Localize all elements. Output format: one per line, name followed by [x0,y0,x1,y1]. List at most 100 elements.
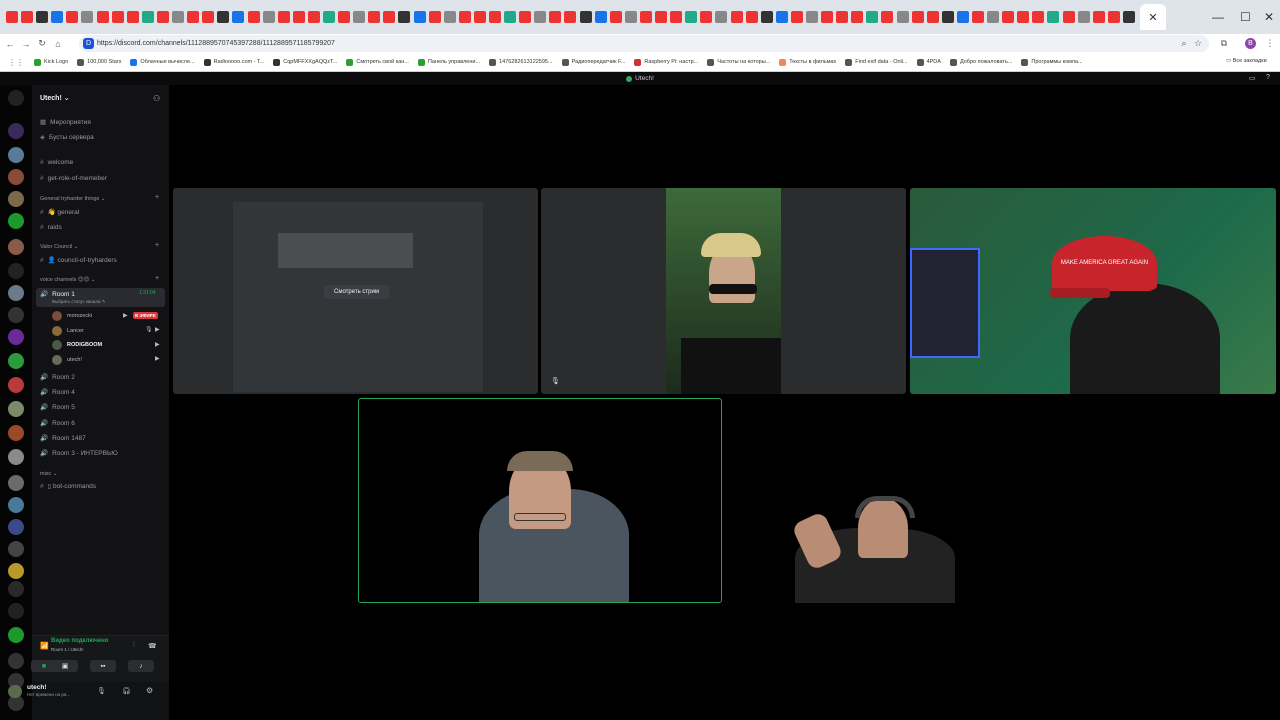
tab-favicon[interactable] [1077,11,1090,23]
tab-favicon[interactable] [745,11,758,23]
bookmark-item[interactable]: Панель управлени... [417,58,480,66]
category-misc[interactable]: misc ⌄ [40,471,57,477]
tab-favicon[interactable] [564,11,577,23]
tab-favicon[interactable] [51,11,64,23]
channel-bot-commands[interactable]: # ▯ bot-commands [40,482,96,490]
tab-favicon[interactable] [1092,11,1105,23]
tab-favicon[interactable] [307,11,320,23]
bookmark-item[interactable]: 4PDA [916,58,941,66]
tab-favicon[interactable] [1047,11,1060,23]
video-tile[interactable] [725,398,1090,603]
server-icon[interactable] [8,213,24,229]
back-icon[interactable]: ← [2,39,18,49]
bookmark-item[interactable]: 100,000 Stars [77,58,121,66]
boosts-item[interactable]: ◈ Бусты сервера [40,133,94,141]
soundboard-button[interactable]: ♪ [128,660,154,672]
tab-favicon[interactable] [926,11,939,23]
voice-user[interactable]: RODIGBOOM [52,340,102,350]
tab-favicon[interactable] [338,11,351,23]
channel-raids[interactable]: # raids [40,224,62,231]
invite-icon[interactable]: ⚇ [153,94,160,103]
tab-favicon[interactable] [81,11,94,23]
activities-button[interactable]: ▪▪ [90,660,116,672]
category-general[interactable]: General tryharder things ⌄ [40,196,105,202]
server-icon[interactable] [8,581,24,597]
bookmark-item[interactable]: Radiooooo.com - T... [203,58,264,66]
server-icon[interactable] [8,377,24,393]
menu-icon[interactable]: ⋮ [1262,38,1278,49]
tab-favicon[interactable] [624,11,637,23]
tab-favicon[interactable] [790,11,803,23]
tab-favicon[interactable] [141,11,154,23]
tab-favicon[interactable] [292,11,305,23]
tab-favicon[interactable] [247,11,260,23]
server-icon[interactable] [8,519,24,535]
tab-favicon[interactable] [262,11,275,23]
tab-favicon[interactable] [534,11,547,23]
home-icon[interactable]: ⌂ [50,39,66,49]
bookmark-item[interactable]: Тексты в фильмах [779,58,836,66]
server-icon[interactable] [8,653,24,669]
voice-room[interactable]: 🔊 Room 5 [40,403,75,411]
voice-user[interactable]: Lancer [52,326,84,336]
tab-favicon[interactable] [715,11,728,23]
inbox-icon[interactable]: ▭ [1249,74,1256,82]
all-bookmarks[interactable]: ▭ Все закладки [1226,58,1267,64]
tab-favicon[interactable] [1062,11,1075,23]
voice-room[interactable]: 🔊 Room 6 [40,419,75,427]
channel-welcome[interactable]: # welcome [40,159,73,166]
category-valor[interactable]: Valor Council ⌄ [40,244,78,250]
tab-favicon[interactable] [987,11,1000,23]
tab-favicon[interactable] [96,11,109,23]
server-icon[interactable] [8,147,24,163]
tab-favicon[interactable] [111,11,124,23]
tab-favicon[interactable] [1122,11,1135,23]
server-icon[interactable] [8,329,24,345]
server-icon[interactable] [8,627,24,643]
server-icon[interactable] [8,307,24,323]
server-icon[interactable] [8,353,24,369]
tab-favicon[interactable] [775,11,788,23]
tab-favicon[interactable] [1107,11,1120,23]
reload-icon[interactable]: ↻ [34,38,50,49]
guild-name[interactable]: Utech! ⌄ [40,94,70,102]
voice-room[interactable]: 🔊 Room 4 [40,388,75,396]
add-channel-icon[interactable]: + [155,194,159,201]
tab-favicon[interactable] [579,11,592,23]
bookmark-item[interactable]: Облачные вычисле... [130,58,195,66]
server-icon[interactable] [8,563,24,579]
tab-favicon[interactable] [36,11,49,23]
server-icon[interactable] [8,169,24,185]
minimize-icon[interactable]: — [1212,10,1224,24]
tab-favicon[interactable] [821,11,834,23]
tab-favicon[interactable] [21,11,34,23]
server-icon[interactable] [8,191,24,207]
tab-favicon[interactable] [504,11,517,23]
server-icon[interactable] [8,541,24,557]
tab-favicon[interactable] [685,11,698,23]
tab-favicon[interactable] [609,11,622,23]
video-tile[interactable]: MAKE AMERICA GREAT AGAIN [910,188,1276,394]
add-channel-icon[interactable]: + [155,275,159,282]
bookmark-item[interactable]: Смотреть свой кан... [346,58,409,66]
tab-favicon[interactable] [428,11,441,23]
tab-favicon[interactable] [413,11,426,23]
server-icon[interactable] [8,123,24,139]
tab-favicon[interactable] [730,11,743,23]
tab-favicon[interactable] [1032,11,1045,23]
url-field[interactable]: D https://discord.com/channels/111288957… [79,35,1209,52]
tab-favicon[interactable] [202,11,215,23]
screen-share-button[interactable]: ▣ [52,660,78,672]
voice-location[interactable]: Room 1 / Utech! [51,647,84,652]
tab-favicon[interactable] [489,11,501,23]
tab-favicon[interactable] [972,11,984,23]
video-tile[interactable]: 🎙︎ [541,188,906,394]
voice-user[interactable]: morozecki [52,311,92,321]
server-icon[interactable] [8,239,24,255]
voice-room-1[interactable]: 🔊 Room 1 [40,290,75,298]
channel-council[interactable]: # 👤 council-of-tryharders [40,256,117,264]
bookmark-item[interactable]: Kick Logo [34,58,68,66]
server-icon[interactable] [8,285,24,301]
bookmark-item[interactable]: Raspberry Pi: настр... [634,58,698,66]
tab-favicon[interactable] [851,11,864,23]
